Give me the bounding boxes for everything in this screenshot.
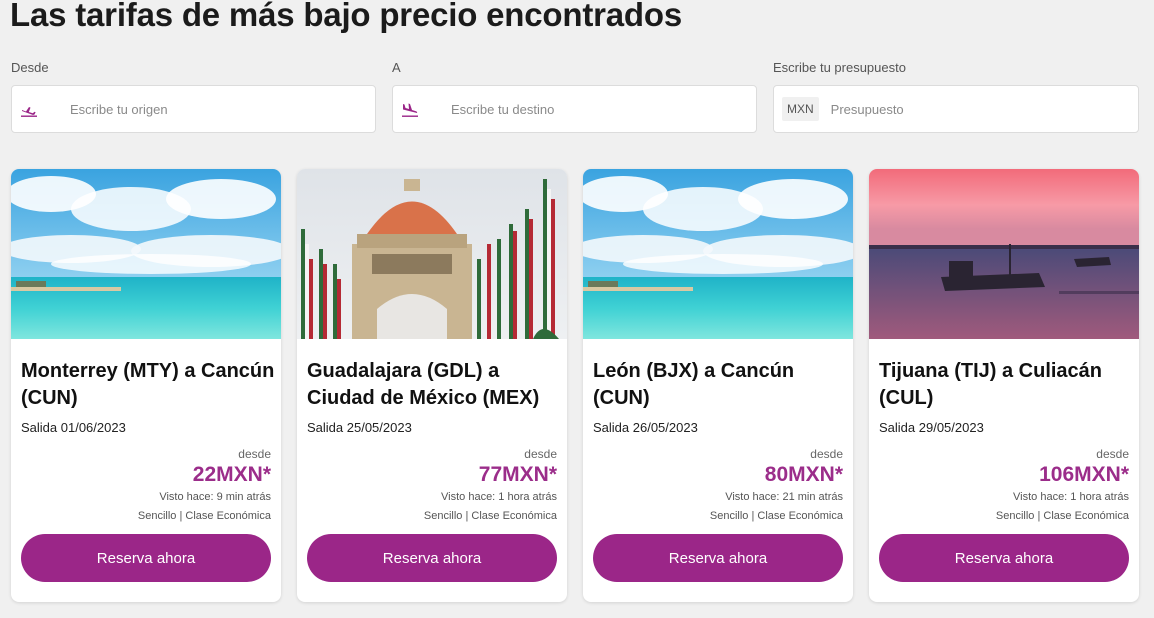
sunset-boat-image xyxy=(869,169,1139,339)
fare-card[interactable]: Guadalajara (GDL) a Ciudad de México (ME… xyxy=(297,169,567,602)
fare-price: 80MXN* xyxy=(764,463,843,486)
book-now-button[interactable]: Reserva ahora xyxy=(307,534,557,582)
seen-ago: Visto hace: 1 hora atrás xyxy=(441,491,557,503)
departure-date: Salida 29/05/2023 xyxy=(879,420,984,435)
from-label: desde xyxy=(810,447,843,461)
origin-label: Desde xyxy=(11,60,49,75)
from-label: desde xyxy=(1096,447,1129,461)
fare-type: Sencillo | Clase Económica xyxy=(423,510,557,522)
destination-field[interactable]: Escribe tu destino xyxy=(392,85,757,133)
fare-price: 22MXN* xyxy=(192,463,271,486)
from-label: desde xyxy=(524,447,557,461)
budget-field[interactable]: MXN Presupuesto xyxy=(773,85,1139,133)
route-title: Tijuana (TIJ) a Culiacán (CUL) xyxy=(879,360,1103,409)
seen-ago: Visto hace: 21 min atrás xyxy=(725,491,843,503)
route-title: Guadalajara (GDL) a Ciudad de México (ME… xyxy=(307,360,540,409)
departure-date: Salida 26/05/2023 xyxy=(593,420,698,435)
destination-input[interactable]: Escribe tu destino xyxy=(451,102,554,117)
fare-type: Sencillo | Clase Económica xyxy=(137,510,271,522)
budget-label: Escribe tu presupuesto xyxy=(773,60,906,75)
page-title: Las tarifas de más bajo precio encontrad… xyxy=(10,0,682,33)
seen-ago: Visto hace: 1 hora atrás xyxy=(1013,491,1129,503)
plane-takeoff-icon xyxy=(20,101,38,117)
beach-image xyxy=(11,169,281,339)
route-title: León (BJX) a Cancún (CUN) xyxy=(593,360,795,409)
book-now-button[interactable]: Reserva ahora xyxy=(21,534,271,582)
route-title: Monterrey (MTY) a Cancún (CUN) xyxy=(21,360,275,409)
fare-type: Sencillo | Clase Económica xyxy=(995,510,1129,522)
departure-date: Salida 01/06/2023 xyxy=(21,420,126,435)
destination-label: A xyxy=(392,60,401,75)
currency-chip: MXN xyxy=(782,97,819,121)
fare-card[interactable]: León (BJX) a Cancún (CUN) Salida 26/05/2… xyxy=(583,169,853,602)
fare-type: Sencillo | Clase Económica xyxy=(709,510,843,522)
book-now-button[interactable]: Reserva ahora xyxy=(593,534,843,582)
budget-input[interactable]: Presupuesto xyxy=(831,102,904,117)
book-now-button[interactable]: Reserva ahora xyxy=(879,534,1129,582)
fare-price: 106MXN* xyxy=(1039,463,1129,486)
fare-card[interactable]: Monterrey (MTY) a Cancún (CUN) Salida 01… xyxy=(11,169,281,602)
fare-price: 77MXN* xyxy=(478,463,557,486)
origin-field[interactable]: Escribe tu origen xyxy=(11,85,376,133)
fare-card[interactable]: Tijuana (TIJ) a Culiacán (CUL) Salida 29… xyxy=(869,169,1139,602)
from-label: desde xyxy=(238,447,271,461)
plane-landing-icon xyxy=(401,101,419,117)
seen-ago: Visto hace: 9 min atrás xyxy=(159,491,271,503)
departure-date: Salida 25/05/2023 xyxy=(307,420,412,435)
beach-image xyxy=(583,169,853,339)
origin-input[interactable]: Escribe tu origen xyxy=(70,102,168,117)
monument-image xyxy=(297,169,567,339)
